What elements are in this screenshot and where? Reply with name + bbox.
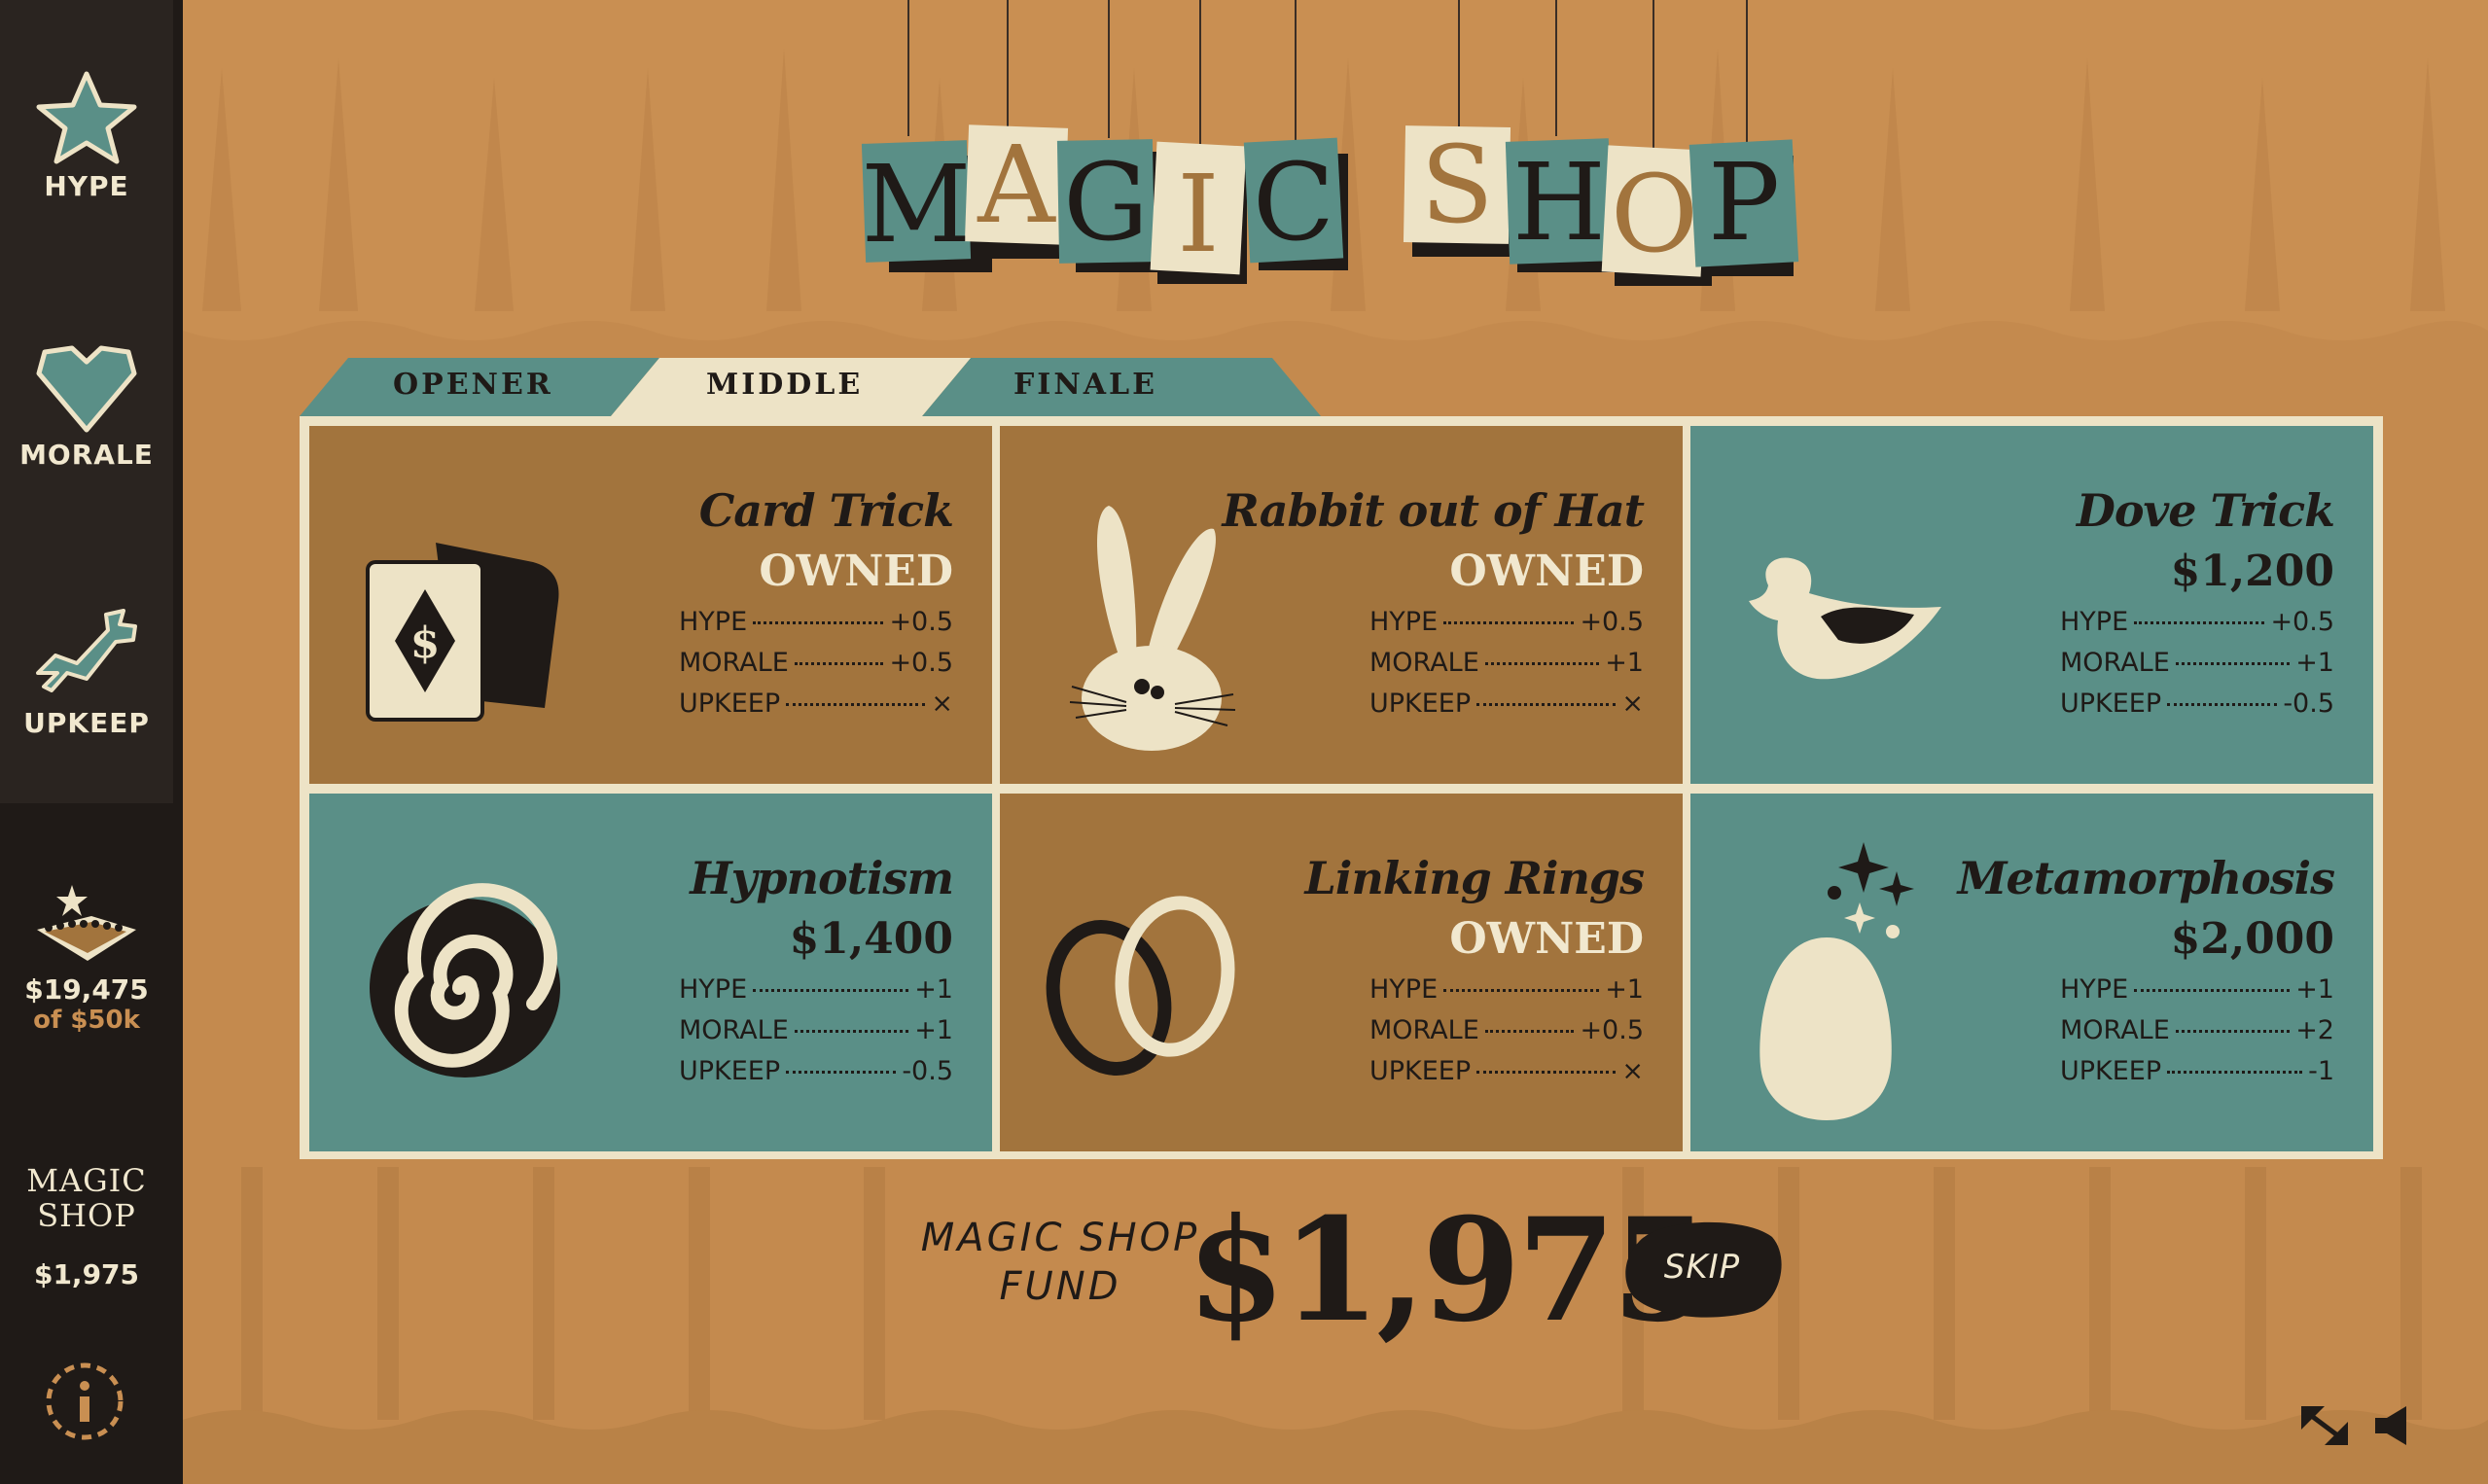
stat-row-upkeep: UPKEEP -0.5: [2060, 689, 2334, 719]
egg-sparkle-icon: [1759, 842, 1914, 1120]
stat-row-hype: HYPE +1: [679, 974, 953, 1005]
trick-status: OWNED: [759, 547, 953, 596]
mini-logo-line1: MAGIC: [26, 1162, 147, 1199]
sidebar-stat-morale[interactable]: MORALE: [0, 336, 173, 471]
stat-row-upkeep: UPKEEP -1: [2060, 1056, 2334, 1086]
trick-stats: HYPE +0.5 MORALE +0.5 UPKEEP ×: [679, 607, 953, 729]
sidebar-magic-shop[interactable]: MAGIC SHOP $1,975: [0, 1163, 173, 1290]
title-letter: P: [1708, 140, 1780, 265]
title-letter: H: [1512, 140, 1606, 265]
fullscreen-icon[interactable]: [2299, 1404, 2350, 1447]
trick-card-linking-rings[interactable]: Linking Rings OWNED HYPE +1 MORALE +0.5 UP…: [1000, 794, 1683, 1151]
mini-logo-amount: $1,975: [33, 1258, 140, 1290]
title-letter: S: [1420, 123, 1493, 247]
linking-rings-icon: [1046, 896, 1235, 1076]
skip-label: SKIP: [1663, 1248, 1741, 1287]
money-goal: of $50k: [33, 1006, 140, 1035]
title-letter: C: [1253, 140, 1334, 265]
title-letter: I: [1177, 152, 1219, 276]
mini-logo: MAGIC SHOP: [0, 1163, 173, 1233]
trick-stats: HYPE +0.5 MORALE +1 UPKEEP ×: [1369, 607, 1644, 729]
stat-row-hype: HYPE +1: [2060, 974, 2334, 1005]
trick-card-dove[interactable]: Dove Trick $1,200 HYPE +0.5 MORALE +1 UPKE…: [1690, 426, 2373, 784]
heart-icon: [36, 345, 137, 433]
title-letter: M: [862, 142, 972, 266]
stat-row-upkeep: UPKEEP ×: [1369, 1056, 1644, 1086]
trick-name: Card Trick: [698, 484, 954, 537]
act-tabs: OPENER MIDDLE FINALE: [300, 358, 1321, 416]
stage-icon: [37, 885, 136, 961]
sidebar-stat-upkeep[interactable]: UPKEEP: [0, 605, 173, 739]
tab-opener[interactable]: OPENER: [393, 368, 553, 402]
trick-stats: HYPE +1 MORALE +0.5 UPKEEP ×: [1369, 974, 1644, 1097]
trick-card-card-trick[interactable]: $ Card Trick OWNED HYPE +0.5 MORALE +0.5 U…: [309, 426, 992, 784]
trick-stats: HYPE +0.5 MORALE +1 UPKEEP -0.5: [2060, 607, 2334, 729]
trick-name: Rabbit out of Hat: [1222, 484, 1645, 537]
stat-row-morale: MORALE +1: [1369, 648, 1644, 678]
trick-name: Linking Rings: [1304, 852, 1645, 904]
trick-name: Metamorphosis: [1957, 852, 2335, 904]
info-icon[interactable]: [43, 1360, 126, 1443]
trick-stats: HYPE +1 MORALE +2 UPKEEP -1: [2060, 974, 2334, 1097]
title-letter: A: [977, 123, 1056, 247]
trick-status: OWNED: [1449, 547, 1644, 596]
mini-logo-line2: SHOP: [37, 1197, 136, 1234]
stat-row-upkeep: UPKEEP ×: [679, 689, 953, 719]
stat-row-morale: MORALE +1: [2060, 648, 2334, 678]
stat-row-upkeep: UPKEEP ×: [1369, 689, 1644, 719]
stat-row-hype: HYPE +1: [1369, 974, 1644, 1005]
stat-row-hype: HYPE +0.5: [1369, 607, 1644, 637]
stat-row-morale: MORALE +1: [679, 1015, 953, 1045]
svg-text:$: $: [410, 618, 441, 668]
stat-row-upkeep: UPKEEP -0.5: [679, 1056, 953, 1086]
tab-middle[interactable]: MIDDLE: [706, 368, 863, 402]
upkeep-label: UPKEEP: [23, 707, 150, 739]
trick-price: $1,200: [2170, 547, 2334, 596]
trick-status: OWNED: [1449, 914, 1644, 964]
trick-card-hypnotism[interactable]: Hypnotism $1,400 HYPE +1 MORALE +1 UPKEEP -…: [309, 794, 992, 1151]
money-current: $19,475: [24, 973, 149, 1006]
spiral-icon: [370, 883, 560, 1078]
skip-button[interactable]: SKIP: [1618, 1214, 1786, 1321]
trick-price: $2,000: [2170, 914, 2334, 964]
wrench-icon: [36, 609, 137, 692]
sidebar-money: $19,475 of $50k: [0, 881, 173, 1035]
title-letter: O: [1611, 152, 1698, 276]
stat-row-morale: MORALE +2: [2060, 1015, 2334, 1045]
playing-cards-icon: $: [366, 543, 559, 722]
trick-name: Hypnotism: [690, 852, 954, 904]
tab-finale[interactable]: FINALE: [1013, 368, 1157, 402]
trick-stats: HYPE +1 MORALE +1 UPKEEP -0.5: [679, 974, 953, 1097]
sound-icon[interactable]: [2373, 1404, 2410, 1447]
morale-label: MORALE: [19, 439, 154, 471]
stat-row-morale: MORALE +0.5: [1369, 1015, 1644, 1045]
stat-row-hype: HYPE +0.5: [679, 607, 953, 637]
trick-card-metamorphosis[interactable]: Metamorphosis $2,000 HYPE +1 MORALE +2 UPK…: [1690, 794, 2373, 1151]
trick-grid: $ Card Trick OWNED HYPE +0.5 MORALE +0.5 U…: [300, 416, 2383, 1159]
stat-row-hype: HYPE +0.5: [2060, 607, 2334, 637]
trick-price: $1,400: [789, 914, 953, 964]
trick-card-rabbit[interactable]: Rabbit out of Hat OWNED HYPE +0.5 MORALE +…: [1000, 426, 1683, 784]
trick-name: Dove Trick: [2076, 484, 2335, 537]
magic-shop-title: M A G I C S H O P: [862, 0, 1799, 286]
title-letter: G: [1063, 140, 1149, 265]
dove-icon: [1749, 557, 1941, 680]
stat-row-morale: MORALE +0.5: [679, 648, 953, 678]
